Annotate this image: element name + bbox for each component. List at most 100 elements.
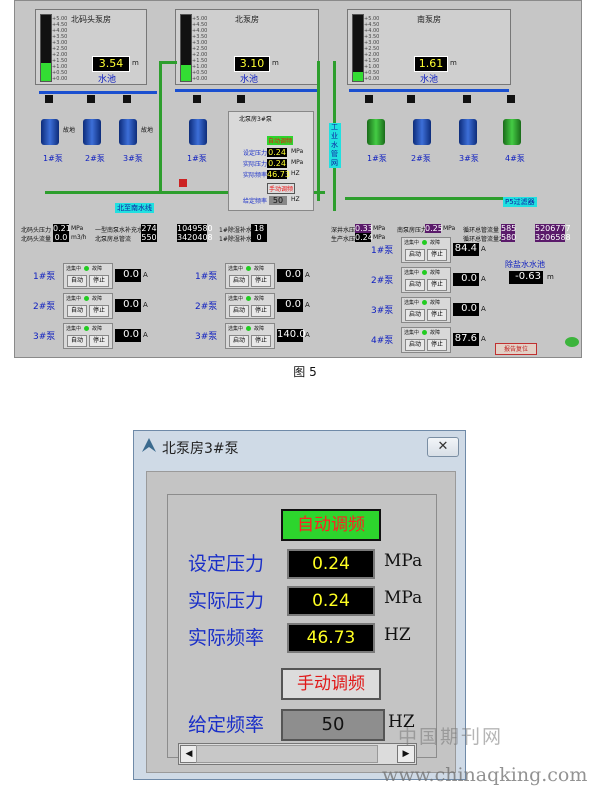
start-button[interactable]: 启动	[229, 335, 249, 347]
pump-control-box: 选集中 故障 自动 停止	[63, 263, 113, 289]
pump-icon[interactable]	[41, 119, 59, 145]
current-display: 87.6	[453, 333, 479, 346]
stop-button[interactable]: 停止	[251, 305, 271, 317]
stop-button[interactable]: 停止	[251, 275, 271, 287]
tank-north: +5.00 +4.50 +4.00 +3.50 +3.00 +2.50 +2.00 +1.50…	[175, 9, 319, 85]
mini-auto-button[interactable]: 自动调频	[267, 136, 294, 145]
valve-icon[interactable]	[193, 95, 201, 103]
pump-control-box: 选集中 故障 启动 停止	[225, 323, 275, 349]
supply-pipe	[345, 197, 525, 200]
stop-button[interactable]: 停止	[427, 339, 447, 351]
readout-value: 0.24	[355, 233, 373, 242]
status-dot-icon	[422, 270, 427, 275]
valve-icon[interactable]	[45, 95, 53, 103]
scada-overview-panel: +5.00 +4.50 +4.00 +3.50 +3.00 +2.50 +2.00 +1.50…	[14, 0, 582, 358]
readout-unit: MPa	[71, 225, 84, 232]
start-button[interactable]: 自动	[67, 335, 87, 347]
pump-icon[interactable]	[413, 119, 431, 145]
current-unit: A	[143, 301, 148, 309]
mini-unit: MPa	[291, 148, 304, 155]
status-dot-icon	[246, 296, 251, 301]
readout-label: 北码头流量	[21, 236, 52, 243]
valve-icon[interactable]	[237, 95, 245, 103]
pump-icon[interactable]	[119, 119, 137, 145]
tank-title: 北泵房	[235, 15, 259, 24]
readout-label: 北码头压力	[21, 227, 52, 234]
pump-icon[interactable]	[367, 119, 385, 145]
actual-pressure-label: 实际压力	[188, 590, 265, 612]
fault-label: 故障	[92, 326, 103, 332]
watermark-url: www.chinaqking.com	[382, 764, 588, 786]
pump-label: 2#泵	[85, 154, 105, 163]
close-button[interactable]: ✕	[427, 437, 459, 457]
stop-button[interactable]: 停止	[427, 279, 447, 291]
status-dot-icon	[84, 326, 89, 331]
readout-label: 循环总管流量2	[463, 236, 503, 243]
manual-frequency-button[interactable]: 手动调频	[281, 668, 381, 700]
fault-label: 故障	[430, 270, 441, 276]
start-button[interactable]: 启动	[405, 249, 425, 261]
stop-button[interactable]: 停止	[427, 309, 447, 321]
stop-button[interactable]: 停止	[89, 275, 109, 287]
pool-label: 水池	[98, 75, 117, 85]
fault-label: 故障	[92, 296, 103, 302]
valve-icon[interactable]	[87, 95, 95, 103]
readout-label: 北泵房总管流	[95, 236, 132, 243]
pump-icon[interactable]	[83, 119, 101, 145]
scroll-thumb[interactable]	[196, 745, 378, 763]
valve-icon[interactable]	[123, 95, 131, 103]
pipe-label: 北至南水线	[115, 203, 154, 213]
current-display: 140.0	[277, 329, 306, 342]
start-button[interactable]: 启动	[405, 279, 425, 291]
stop-button[interactable]: 停止	[251, 335, 271, 347]
current-unit: A	[481, 245, 486, 253]
current-unit: A	[143, 271, 148, 279]
alarm-reset-button[interactable]: 报告复位	[495, 343, 537, 355]
pump-label: 2#泵	[411, 154, 431, 163]
status-dot-icon	[246, 326, 251, 331]
pump-icon[interactable]	[503, 119, 521, 145]
stop-button[interactable]: 停止	[427, 249, 447, 261]
side-label: 故地	[141, 127, 154, 134]
start-button[interactable]: 启动	[229, 305, 249, 317]
supply-pipe	[159, 61, 177, 64]
valve-icon[interactable]	[179, 179, 187, 187]
valve-icon[interactable]	[463, 95, 471, 103]
tank-north-dock: +5.00 +4.50 +4.00 +3.50 +3.00 +2.50 +2.00 +1.50…	[35, 9, 147, 85]
start-button[interactable]: 自动	[67, 275, 87, 287]
stop-button[interactable]: 停止	[89, 335, 109, 347]
level-unit: m	[450, 59, 457, 67]
start-button[interactable]: 自动	[67, 305, 87, 317]
pump-icon[interactable]	[459, 119, 477, 145]
fault-label: 故障	[254, 326, 265, 332]
pump-control-box: 选集中 故障 启动 停止	[401, 297, 451, 323]
valve-icon[interactable]	[507, 95, 515, 103]
readout-value: 580	[501, 233, 517, 242]
given-frequency-input[interactable]: 50	[281, 709, 385, 741]
valve-icon[interactable]	[365, 95, 373, 103]
readout-value: 18	[251, 224, 267, 233]
pump-icon[interactable]	[189, 119, 207, 145]
current-unit: A	[305, 271, 310, 279]
readout-value: 0.33	[355, 224, 373, 233]
stop-button[interactable]: 停止	[89, 305, 109, 317]
current-display: 0.0	[277, 299, 303, 312]
gauge-scale: +5.00 +4.50 +4.00 +3.50 +3.00 +2.50 +2.00 +1.50…	[192, 16, 207, 82]
start-button[interactable]: 启动	[405, 309, 425, 321]
valve-icon[interactable]	[407, 95, 415, 103]
sump-level-display: -0.63	[509, 271, 543, 284]
pump-row-label: 3#泵	[195, 332, 218, 342]
current-unit: A	[481, 275, 486, 283]
tank-title: 南泵房	[417, 15, 441, 24]
auto-frequency-button[interactable]: 自动调频	[281, 509, 381, 541]
mini-given-value[interactable]: 50	[269, 196, 287, 205]
readout-label: 循环总管流量	[463, 227, 500, 234]
mini-manual-button[interactable]: 手动调频	[267, 183, 296, 194]
start-button[interactable]: 启动	[405, 339, 425, 351]
frequency-scrollbar[interactable]: ◀ ▶	[178, 743, 417, 765]
total-counter: 5206777	[535, 224, 571, 233]
supply-pipe	[317, 61, 320, 201]
start-button[interactable]: 启动	[229, 275, 249, 287]
tank-title: 北码头泵房	[71, 15, 111, 24]
select-label: 选集中	[66, 266, 82, 272]
